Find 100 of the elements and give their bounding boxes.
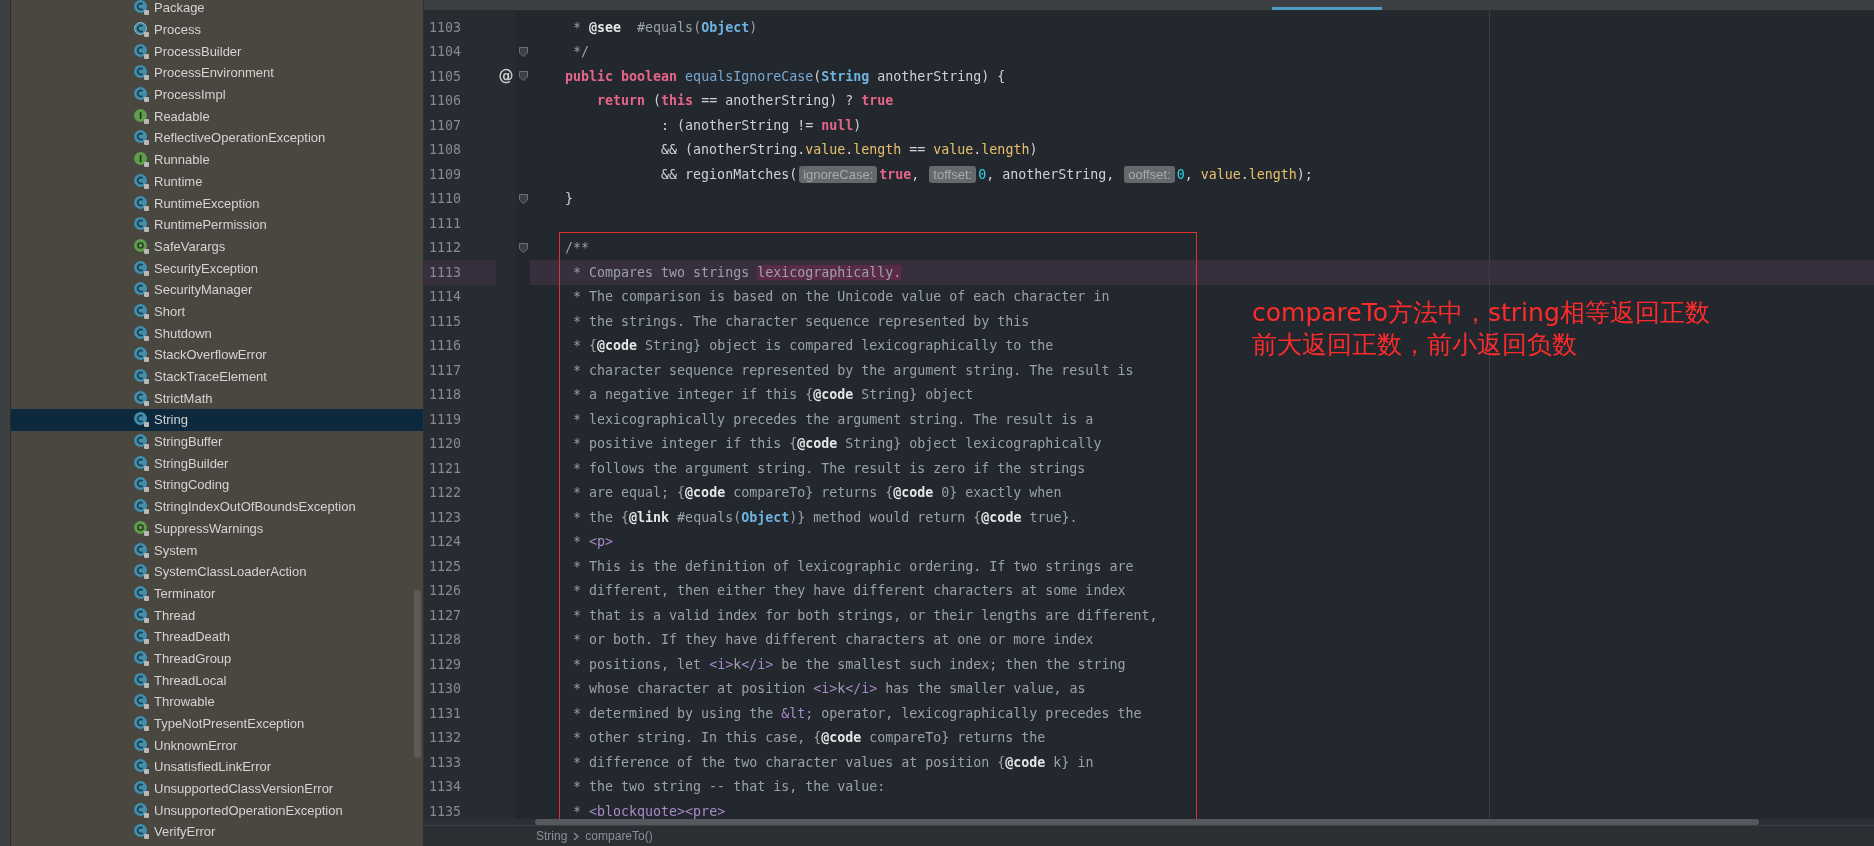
line-number: 1134: [428, 778, 463, 797]
class-icon: [133, 86, 150, 104]
class-icon: [133, 172, 150, 190]
tree-item[interactable]: Short: [11, 300, 423, 323]
class-icon: [133, 237, 150, 255]
tree-item[interactable]: ThreadGroup: [11, 647, 423, 670]
tree-item[interactable]: ThreadDeath: [11, 625, 423, 648]
code-line: * are equal; {@code compareTo} returns {@code 0} exactly when: [572, 484, 1062, 503]
tree-item[interactable]: ReflectiveOperationException: [11, 127, 423, 149]
class-icon: [133, 346, 150, 364]
tree-item[interactable]: StackOverflowError: [11, 344, 423, 366]
line-number: 1107: [428, 116, 463, 135]
class-icon: [133, 259, 150, 277]
tree-item[interactable]: UnsupportedClassVersionError: [11, 777, 423, 800]
line-number: 1114: [428, 288, 463, 307]
code-line: * a negative integer if this {@code String} object: [572, 386, 974, 405]
line-number: 1123: [428, 508, 463, 527]
tree-item[interactable]: RuntimePermission: [11, 213, 423, 236]
tree-item[interactable]: System: [11, 539, 423, 561]
line-number: 1115: [428, 312, 463, 331]
code-line: * or both. If they have different characters at one or more index: [572, 631, 1094, 650]
code-line: * the {@link #equals(Object)} method would return {@code true}.: [572, 508, 1078, 527]
tree-item[interactable]: SecurityManager: [11, 278, 423, 301]
code-line: * difference of the two character values at position {@code k} in: [572, 753, 1094, 772]
class-icon: [133, 21, 150, 39]
class-icon: [133, 519, 150, 537]
tree-item[interactable]: TypeNotPresentException: [11, 712, 423, 735]
line-number: 1128: [428, 631, 463, 650]
tree-item[interactable]: Throwable: [11, 691, 423, 713]
tree-item[interactable]: SystemClassLoaderAction: [11, 560, 423, 583]
line-number: 1135: [428, 802, 463, 819]
annotation-note: compareTo方法中，string相等返回正数: [1252, 297, 1710, 329]
tree-item[interactable]: Runtime: [11, 170, 423, 193]
tree-item[interactable]: Runnable: [11, 148, 423, 171]
tree-item[interactable]: SafeVarargs: [11, 235, 423, 258]
tree-item[interactable]: StringBuilder: [11, 452, 423, 475]
tree-item[interactable]: StackTraceElement: [11, 365, 423, 388]
tree-item[interactable]: Shutdown: [11, 322, 423, 344]
line-number: 1124: [428, 533, 463, 552]
override-marker[interactable]: @: [498, 67, 514, 86]
code-line: * @see #equals(Object): [572, 18, 758, 37]
line-number: 1131: [428, 704, 463, 723]
code-line: * The comparison is based on the Unicode value of each character in: [572, 288, 1110, 307]
class-icon: [133, 302, 150, 320]
line-number: 1105: [428, 67, 463, 86]
fold-icon[interactable]: [518, 46, 528, 57]
breadcrumb[interactable]: compareTo(): [585, 829, 653, 843]
tree-item[interactable]: StrictMath: [11, 387, 423, 410]
code-line: * {@code String} object is compared lexicographically to the: [572, 337, 1054, 356]
code-line: * <blockquote><pre>: [572, 802, 726, 819]
class-icon: [133, 476, 150, 494]
tree-item[interactable]: UnsatisfiedLinkError: [11, 756, 423, 778]
code-line: * other string. In this case, {@code compareTo} returns the: [572, 729, 1046, 748]
tree-item[interactable]: ProcessEnvironment: [11, 62, 423, 84]
code-line: * different, then either they have different characters at some index: [572, 582, 1126, 601]
tree-item[interactable]: Process: [11, 18, 423, 41]
tree-item[interactable]: ThreadLocal: [11, 669, 423, 691]
tree-item[interactable]: SuppressWarnings: [11, 517, 423, 540]
class-icon: [133, 64, 150, 82]
tree-item[interactable]: StringCoding: [11, 474, 423, 496]
breadcrumb[interactable]: String: [536, 829, 568, 843]
tree-item[interactable]: ProcessImpl: [11, 83, 423, 106]
fold-icon[interactable]: [518, 71, 528, 82]
annotation-note: 前大返回正数，前小返回负数: [1252, 329, 1577, 361]
tree-item[interactable]: String: [11, 409, 423, 431]
class-icon: [133, 324, 150, 342]
line-number: 1112: [428, 239, 463, 258]
tree-item[interactable]: RuntimeException: [11, 192, 423, 214]
line-number: 1111: [428, 214, 463, 233]
code-line: * the two string -- that is, the value:: [572, 778, 886, 797]
line-number: 1118: [428, 386, 463, 405]
code-line: * <p>: [572, 533, 614, 552]
line-number: 1117: [428, 361, 463, 380]
tree-item[interactable]: Readable: [11, 105, 423, 128]
class-icon: [133, 628, 150, 646]
tree-item[interactable]: Thread: [11, 604, 423, 626]
tree-item[interactable]: StringBuffer: [11, 430, 423, 453]
scrollbar[interactable]: [535, 819, 1759, 825]
class-icon: [133, 433, 150, 451]
class-icon: [133, 454, 150, 472]
line-number: 1132: [428, 729, 463, 748]
class-icon: [133, 584, 150, 602]
class-icon: [133, 541, 150, 559]
tree-item[interactable]: VerifyError: [11, 821, 423, 843]
class-icon: [133, 693, 150, 711]
line-number: 1116: [428, 337, 463, 356]
line-number: 1109: [428, 165, 463, 184]
fold-icon[interactable]: [518, 242, 528, 253]
tree-item[interactable]: StringIndexOutOfBoundsException: [11, 495, 423, 518]
class-icon: [133, 736, 150, 754]
code-line: * that is a valid index for both strings, or their lengths are different,: [572, 606, 1158, 625]
tree-item[interactable]: UnknownError: [11, 734, 423, 757]
code-line: * determined by using the &lt; operator, lexicographically precedes the: [572, 704, 1142, 723]
class-icon: [133, 498, 150, 516]
tree-item[interactable]: UnsupportedOperationException: [11, 799, 423, 822]
tree-item[interactable]: Package: [11, 0, 423, 19]
tree-item[interactable]: ProcessBuilder: [11, 40, 423, 63]
tree-item[interactable]: SecurityException: [11, 257, 423, 279]
tree-item[interactable]: Terminator: [11, 582, 423, 605]
fold-icon[interactable]: [518, 193, 528, 204]
